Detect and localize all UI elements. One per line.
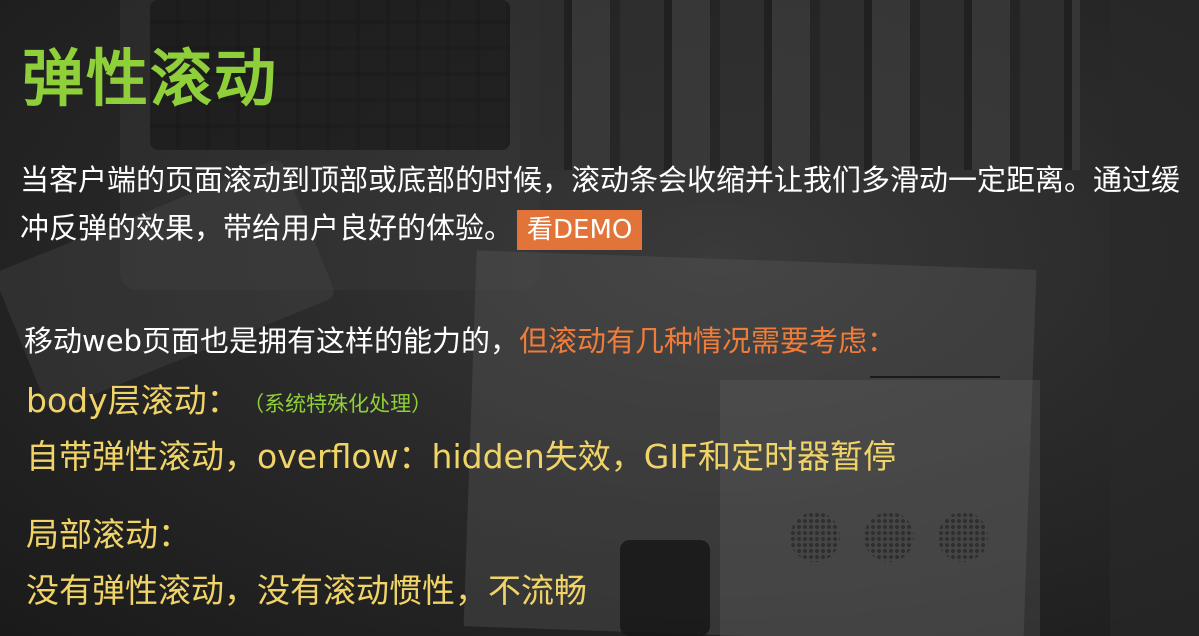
body-scroll-note: （系统特殊化处理）	[253, 391, 433, 416]
mobile-web-highlight: 但滚动有几种情况需要考虑：	[518, 324, 896, 358]
body-scroll-heading: body层滚动： （系统特殊化处理）	[26, 374, 432, 422]
local-scroll-heading: 局部滚动：	[26, 515, 191, 554]
slide: 弹性滚动 当客户端的页面滚动到顶部或底部的时候，滚动条会收缩并让我们多滑动一定距…	[0, 0, 1199, 636]
body-scroll-description: 自带弹性滚动，overflow：hidden失效，GIF和定时器暂停	[26, 437, 897, 476]
intro-paragraph: 当客户端的页面滚动到顶部或底部的时候，滚动条会收缩并让我们多滑动一定距离。通过缓…	[20, 156, 1180, 252]
slide-content: 弹性滚动 当客户端的页面滚动到顶部或底部的时候，滚动条会收缩并让我们多滑动一定距…	[0, 0, 1199, 636]
body-scroll-heading-text: body层滚动：	[26, 381, 240, 420]
mobile-web-line: 移动web页面也是拥有这样的能力的，但滚动有几种情况需要考虑：	[24, 318, 896, 360]
mobile-web-text: 移动web页面也是拥有这样的能力的，	[24, 324, 519, 358]
demo-button[interactable]: 看DEMO	[517, 210, 643, 250]
slide-title: 弹性滚动	[22, 42, 279, 115]
local-scroll-description: 没有弹性滚动，没有滚动惯性，不流畅	[26, 571, 587, 610]
